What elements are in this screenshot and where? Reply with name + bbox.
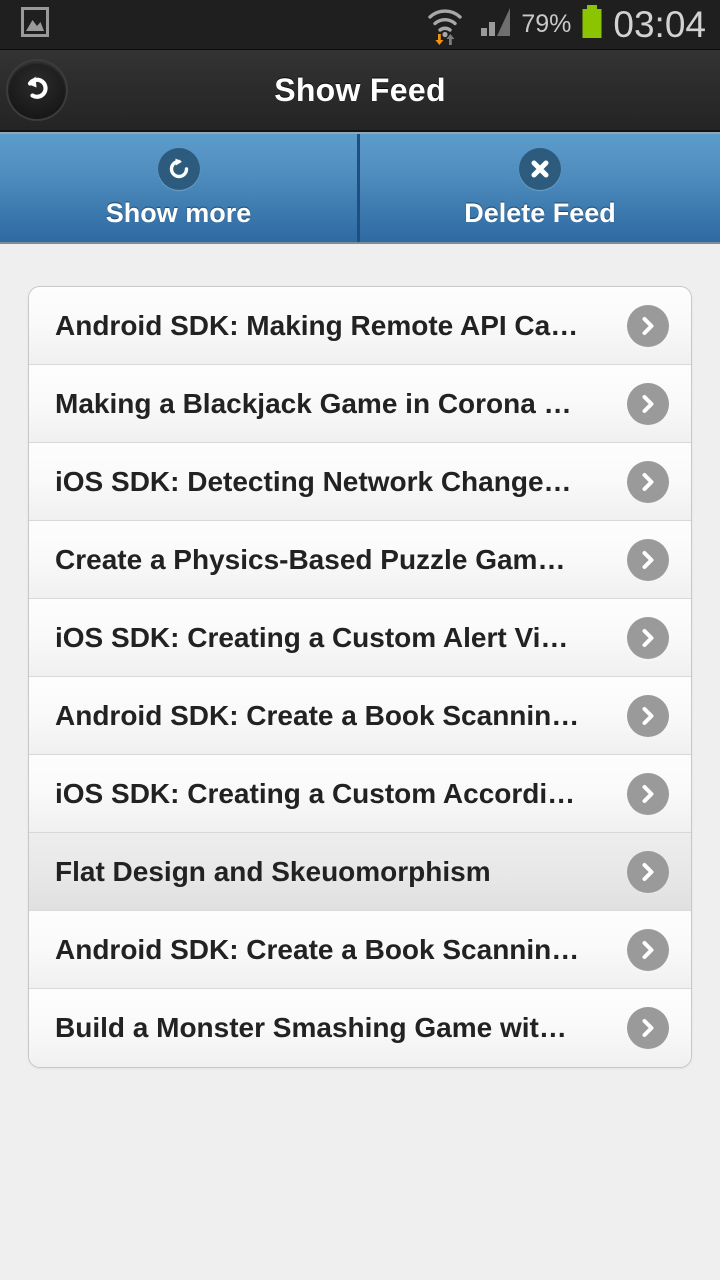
list-item-title: Android SDK: Create a Book Scannin… xyxy=(55,699,580,731)
list-item-title: Android SDK: Making Remote API Ca… xyxy=(55,309,579,341)
chevron-right-icon[interactable] xyxy=(627,304,669,347)
battery-percent-label: 79% xyxy=(521,10,572,38)
chevron-right-icon[interactable] xyxy=(627,538,669,581)
chevron-right-icon[interactable] xyxy=(627,772,669,815)
wifi-icon xyxy=(423,5,467,45)
gallery-image-icon xyxy=(18,5,52,44)
status-bar: 79% 03:04 xyxy=(0,0,720,50)
page-title: Show Feed xyxy=(274,71,446,108)
chevron-right-icon[interactable] xyxy=(627,460,669,503)
close-x-icon xyxy=(519,147,561,190)
list-item[interactable]: iOS SDK: Creating a Custom Accordi… xyxy=(29,755,691,833)
chevron-right-icon[interactable] xyxy=(627,694,669,737)
back-undo-arrow-icon xyxy=(20,71,54,110)
back-button[interactable] xyxy=(8,61,66,119)
list-item-title: Build a Monster Smashing Game wit… xyxy=(55,1012,567,1043)
battery-icon xyxy=(579,4,605,45)
chevron-right-icon[interactable] xyxy=(627,928,669,971)
status-bar-clock: 03:04 xyxy=(613,4,706,45)
show-more-label: Show more xyxy=(105,197,252,228)
list-item-title: Android SDK: Create a Book Scannin… xyxy=(55,933,580,965)
list-item-title: iOS SDK: Creating a Custom Accordi… xyxy=(55,777,576,809)
chevron-right-icon[interactable] xyxy=(627,382,669,425)
list-item[interactable]: Android SDK: Create a Book Scannin… xyxy=(29,677,691,755)
list-item[interactable]: Making a Blackjack Game in Corona … xyxy=(29,365,691,443)
content-area: Android SDK: Making Remote API Ca… Makin… xyxy=(0,244,720,1280)
list-item-title: iOS SDK: Creating a Custom Alert Vi… xyxy=(55,621,569,653)
list-item[interactable]: iOS SDK: Detecting Network Change… xyxy=(29,443,691,521)
status-bar-indicators: 79% 03:04 xyxy=(423,4,706,45)
app-screen: 79% 03:04 Show Feed Show more Delete Fee… xyxy=(0,0,720,1280)
list-item-title: iOS SDK: Detecting Network Change… xyxy=(55,465,572,497)
delete-feed-button[interactable]: Delete Feed xyxy=(360,134,720,242)
title-bar: Show Feed xyxy=(0,50,720,132)
chevron-right-icon[interactable] xyxy=(627,616,669,659)
list-item[interactable]: iOS SDK: Creating a Custom Alert Vi… xyxy=(29,599,691,677)
list-item-title: Making a Blackjack Game in Corona … xyxy=(55,387,572,419)
action-button-bar: Show more Delete Feed xyxy=(0,132,720,244)
cellular-signal-icon xyxy=(475,5,513,44)
show-more-button[interactable]: Show more xyxy=(0,134,360,242)
list-item[interactable]: Build a Monster Smashing Game wit… xyxy=(29,989,691,1067)
status-bar-notifications xyxy=(18,5,52,44)
list-item[interactable]: Android SDK: Making Remote API Ca… xyxy=(29,287,691,365)
refresh-icon xyxy=(157,147,200,190)
chevron-right-icon[interactable] xyxy=(627,850,669,893)
list-item-title: Create a Physics-Based Puzzle Gam… xyxy=(55,543,566,575)
chevron-right-icon[interactable] xyxy=(627,1007,669,1049)
delete-feed-label: Delete Feed xyxy=(464,197,616,228)
feed-list: Android SDK: Making Remote API Ca… Makin… xyxy=(28,286,692,1068)
list-item[interactable]: Android SDK: Create a Book Scannin… xyxy=(29,911,691,989)
list-item[interactable]: Flat Design and Skeuomorphism xyxy=(29,833,691,911)
list-item[interactable]: Create a Physics-Based Puzzle Gam… xyxy=(29,521,691,599)
list-item-title: Flat Design and Skeuomorphism xyxy=(55,855,491,887)
